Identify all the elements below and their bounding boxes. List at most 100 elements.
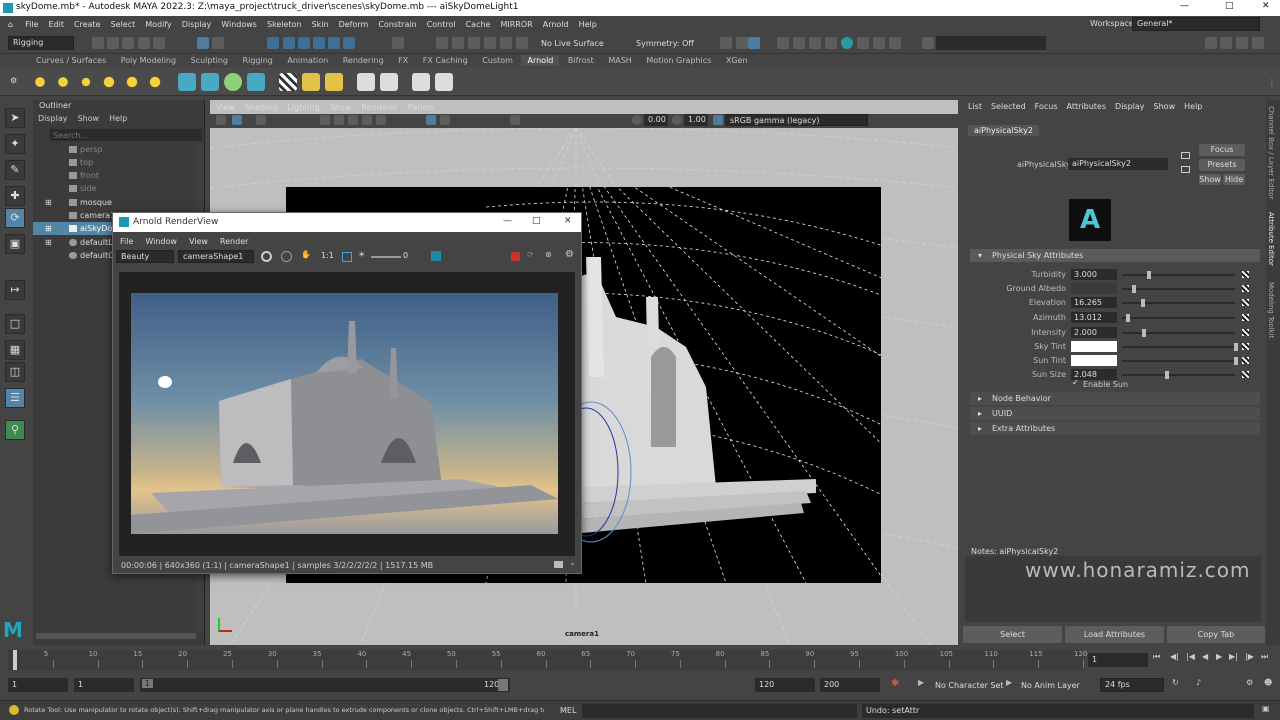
aa-toggle-icon[interactable]: [510, 115, 520, 125]
side-tab-modeling-toolkit[interactable]: Modeling Toolkit: [1267, 282, 1275, 338]
menu-set-dropdown[interactable]: Rigging: [8, 36, 74, 50]
attr-slider-track-sun-tint[interactable]: [1122, 360, 1235, 362]
point-light-icon[interactable]: [54, 73, 72, 91]
ae-focus-output-icon[interactable]: [1181, 166, 1190, 173]
attr-slider-track-turbidity[interactable]: [1122, 274, 1235, 276]
shelf-tab-motion-graphics[interactable]: Motion Graphics: [640, 55, 717, 66]
rotate-tool-icon[interactable]: ⟳: [5, 208, 25, 228]
ae-copy-tab-button[interactable]: Copy Tab: [1167, 626, 1265, 643]
renderview-maximize-icon[interactable]: □: [532, 216, 541, 226]
menu-file[interactable]: File: [25, 20, 38, 29]
snap-plane-icon[interactable]: [313, 37, 325, 49]
construction-icon[interactable]: [468, 37, 480, 49]
end-time-field[interactable]: 200: [820, 678, 880, 692]
exposure-slider[interactable]: [371, 256, 401, 258]
mesh-light-icon[interactable]: [146, 73, 164, 91]
attr-slider-handle-ground-albedo[interactable]: [1132, 285, 1136, 293]
character-set-icon[interactable]: ▶: [918, 678, 924, 687]
open-scene-icon[interactable]: [107, 37, 119, 49]
menu-skin[interactable]: Skin: [312, 20, 329, 29]
render-view-icon[interactable]: [748, 37, 760, 49]
shelf-tab-fx-caching[interactable]: FX Caching: [417, 55, 474, 66]
lights-toggle-icon[interactable]: [376, 115, 386, 125]
expand-icon[interactable]: ⊞: [45, 196, 52, 209]
outliner-menu-help[interactable]: Help: [109, 114, 127, 123]
ae-menu-focus[interactable]: Focus: [1035, 102, 1058, 111]
script-editor-icon[interactable]: ▣: [1262, 704, 1270, 713]
texture-toggle-icon[interactable]: [362, 115, 372, 125]
attr-slider-handle-sun-tint[interactable]: [1234, 357, 1238, 365]
attr-slider-track-intensity[interactable]: [1122, 332, 1235, 334]
outliner-search-input[interactable]: [50, 129, 202, 141]
shelf-tab-mash[interactable]: MASH: [602, 55, 637, 66]
ae-menu-selected[interactable]: Selected: [991, 102, 1026, 111]
shelf-tab-arnold[interactable]: Arnold: [521, 55, 560, 66]
menu-help[interactable]: Help: [579, 20, 597, 29]
spot-light-icon[interactable]: [77, 73, 95, 91]
ae-hide-button[interactable]: Hide: [1223, 174, 1245, 185]
layout-2-icon[interactable]: [1220, 37, 1232, 49]
txmanager-icon[interactable]: [357, 73, 375, 91]
extra-attributes-section[interactable]: ▸ Extra Attributes: [970, 422, 1260, 435]
attr-field-ground-albedo[interactable]: [1071, 283, 1117, 294]
shelf-tab-rigging[interactable]: Rigging: [237, 55, 279, 66]
menu-cache[interactable]: Cache: [466, 20, 491, 29]
zoom-ratio-label[interactable]: 1:1: [321, 251, 334, 260]
auto-key-icon[interactable]: ✱: [891, 678, 899, 689]
renderview-menu-window[interactable]: Window: [145, 237, 177, 246]
attr-slider-track-sky-tint[interactable]: [1122, 346, 1235, 348]
color-management-icon[interactable]: [713, 115, 723, 125]
attr-slider-track-elevation[interactable]: [1122, 302, 1235, 304]
anim-layer-label[interactable]: No Anim Layer: [1021, 681, 1080, 690]
attr-slider-track-ground-albedo[interactable]: [1122, 288, 1235, 290]
preferences-icon[interactable]: ⚙: [1246, 678, 1253, 687]
anim-layer-icon[interactable]: ▶: [1006, 678, 1012, 687]
render-frame-icon[interactable]: [720, 37, 732, 49]
dof-icon[interactable]: [841, 37, 853, 49]
ae-node-name-field[interactable]: aiPhysicalSky2: [1068, 158, 1168, 170]
select-tool-icon[interactable]: ➤: [5, 108, 25, 128]
viewport-menu-panels[interactable]: Panels: [408, 103, 434, 112]
aa-icon[interactable]: [825, 37, 837, 49]
home-icon[interactable]: ⌂: [8, 20, 13, 29]
ae-show-button[interactable]: Show: [1199, 174, 1221, 185]
save-scene-icon[interactable]: [122, 37, 134, 49]
renderview-minimize-icon[interactable]: —: [503, 216, 512, 226]
attr-slider-handle-sun-size[interactable]: [1165, 371, 1169, 379]
render-play-icon[interactable]: [435, 73, 453, 91]
expand-icon[interactable]: ⊞: [45, 236, 52, 249]
workspace-dropdown[interactable]: General*: [1132, 17, 1260, 31]
ipr-broadcast-icon[interactable]: ⊛: [545, 250, 552, 259]
step-back-frame-icon[interactable]: |◀: [1186, 652, 1195, 661]
flush-cache-icon[interactable]: [302, 73, 320, 91]
attr-field-sun-tint[interactable]: [1071, 355, 1117, 366]
play-back-icon[interactable]: ◀: [1202, 652, 1208, 661]
operator-icon[interactable]: [380, 73, 398, 91]
curve-collector-icon[interactable]: [224, 73, 242, 91]
lights-icon[interactable]: [777, 37, 789, 49]
area-light-icon[interactable]: [100, 73, 118, 91]
attribute-editor-icon[interactable]: [1252, 37, 1264, 49]
attr-field-azimuth[interactable]: 13.012: [1071, 312, 1117, 323]
photometric-light-icon[interactable]: [123, 73, 141, 91]
standin-icon[interactable]: [178, 73, 196, 91]
ipr-icon[interactable]: [500, 37, 512, 49]
map-button-sun-tint[interactable]: [1242, 357, 1249, 364]
node-behavior-section[interactable]: ▸ Node Behavior: [970, 392, 1260, 405]
channel-box-icon[interactable]: [1236, 37, 1248, 49]
renderview-menu-view[interactable]: View: [189, 237, 208, 246]
current-frame-field[interactable]: 1: [1088, 653, 1148, 667]
shelf-tab-animation[interactable]: Animation: [281, 55, 334, 66]
pause-icon[interactable]: [889, 37, 901, 49]
menu-deform[interactable]: Deform: [339, 20, 369, 29]
history-icon[interactable]: [452, 37, 464, 49]
minimize-icon[interactable]: —: [1180, 1, 1189, 11]
menu-control[interactable]: Control: [427, 20, 456, 29]
hypershade-icon[interactable]: [516, 37, 528, 49]
shelf-tab-xgen[interactable]: XGen: [720, 55, 754, 66]
exposure-icon[interactable]: [632, 115, 642, 125]
render-region-icon[interactable]: [736, 37, 748, 49]
time-slider[interactable]: 5 10 15 20 25 30 35 40 45 50 55 60 65 70 75 80 85 90 95 100…: [0, 648, 1280, 672]
undo-icon[interactable]: [138, 37, 150, 49]
scale-tool-icon[interactable]: ▣: [5, 234, 25, 254]
